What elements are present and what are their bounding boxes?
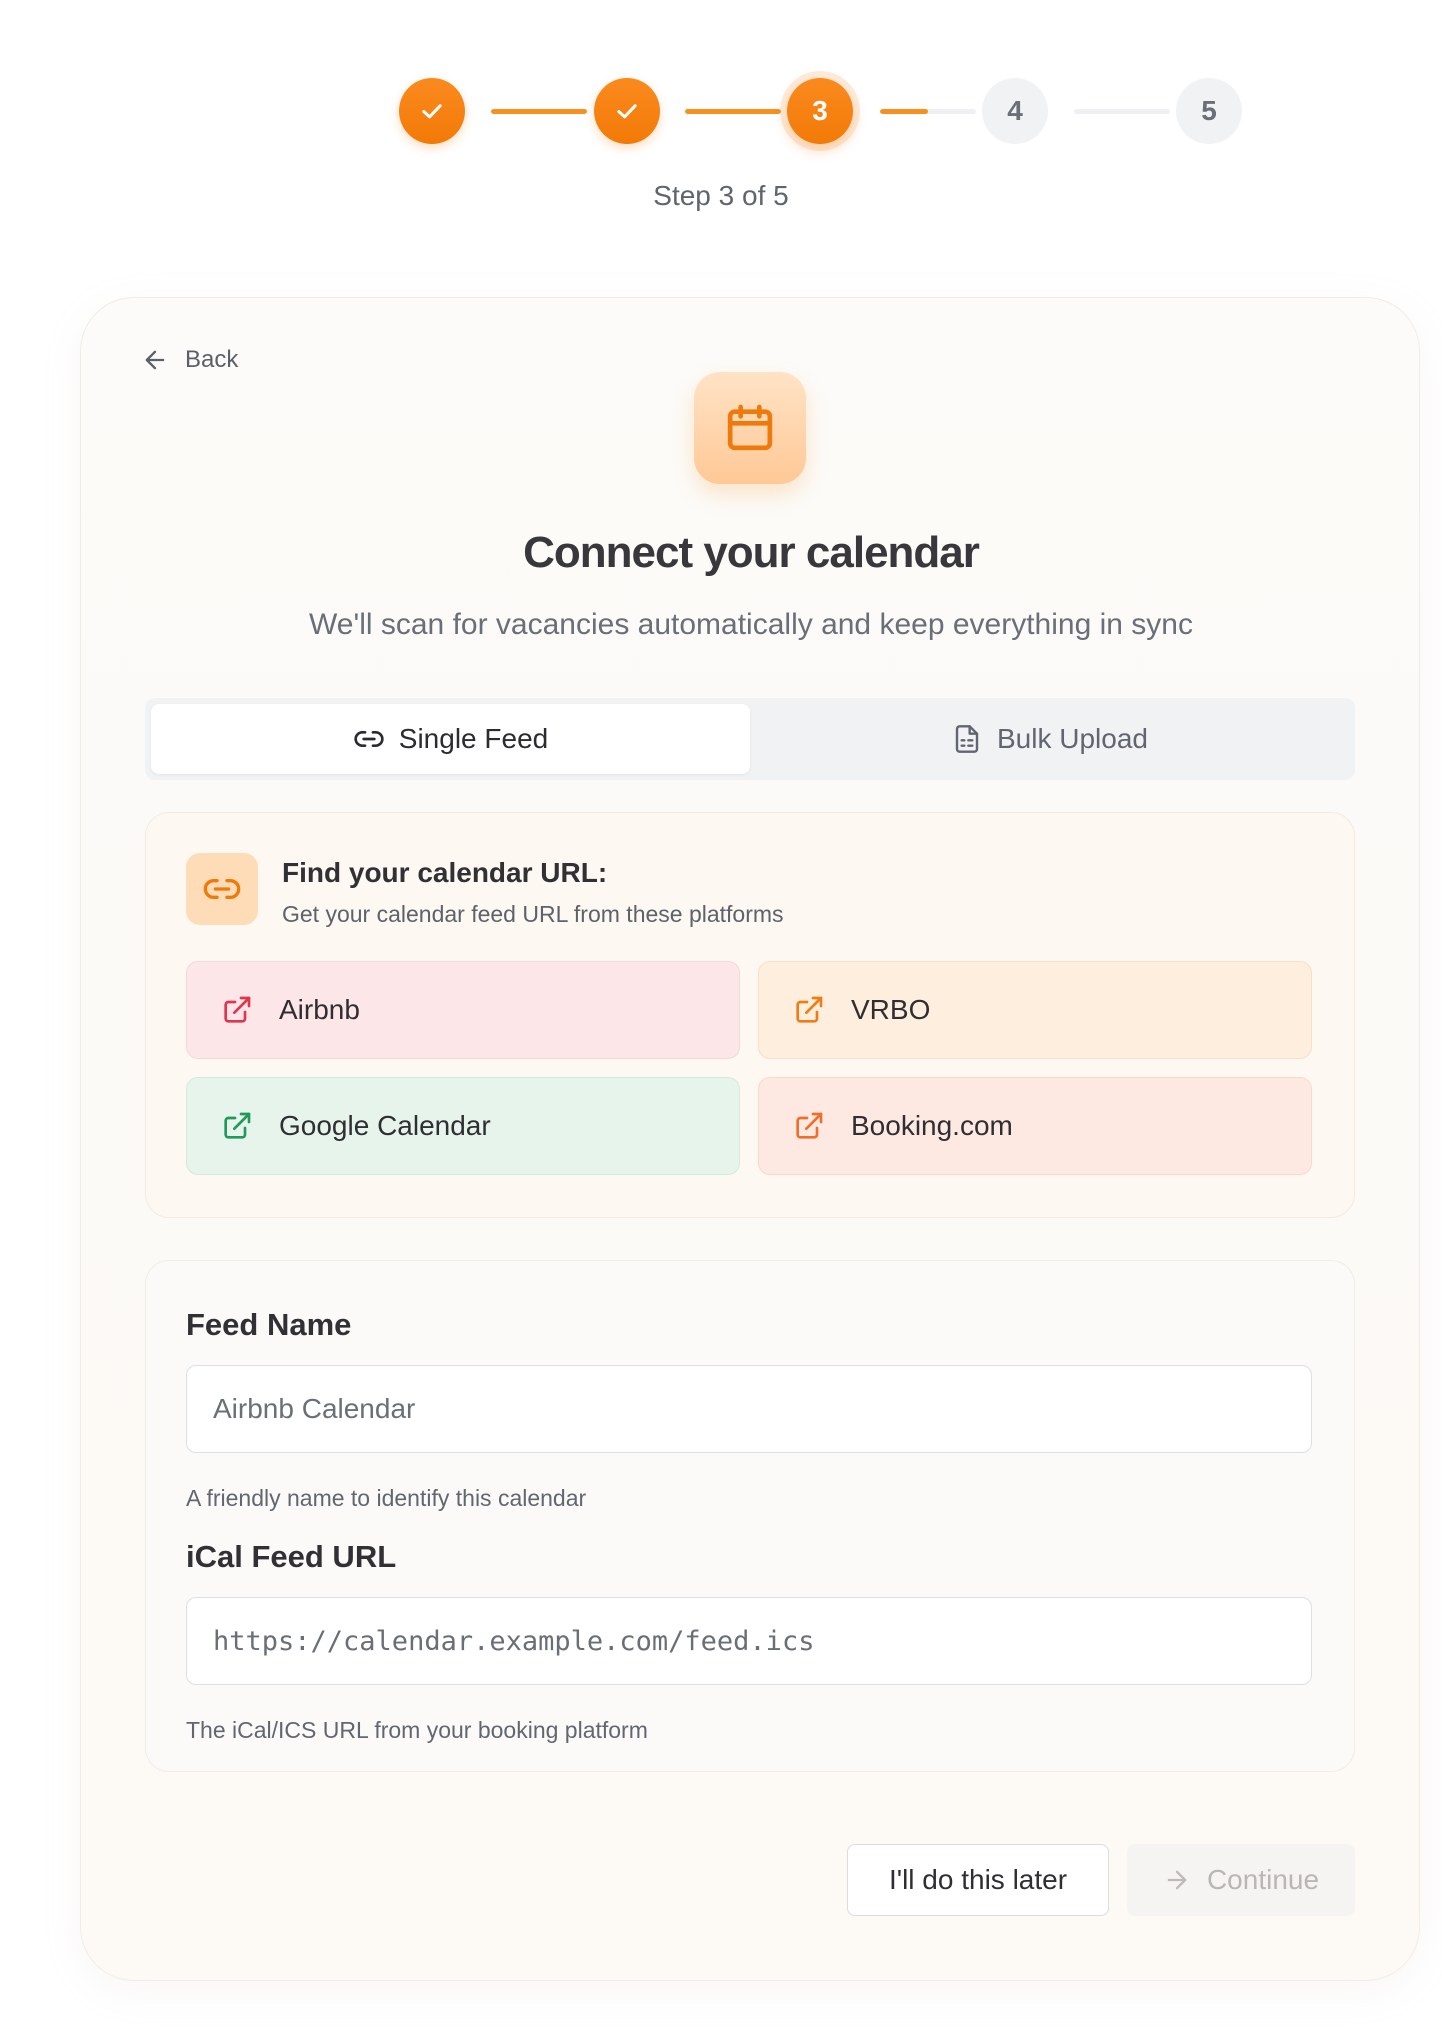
- do-later-label: I'll do this later: [888, 1864, 1068, 1895]
- calendar-icon: [727, 404, 773, 451]
- back-button[interactable]: Back: [141, 346, 238, 374]
- step-4-upcoming: 4: [982, 78, 1048, 144]
- step-connector-3: [880, 109, 976, 114]
- external-link-icon: [796, 996, 823, 1023]
- find-calendar-url-panel: Find your calendar URL: Get your calenda…: [145, 812, 1355, 1218]
- calendar-badge: [694, 372, 806, 484]
- step-2-completed: [594, 78, 660, 144]
- step-connector-1: [491, 109, 587, 114]
- find-url-title: Find your calendar URL:: [282, 857, 608, 888]
- step-3-active: 3: [787, 78, 853, 144]
- step-number: 3: [812, 95, 828, 126]
- tab-label: Single Feed: [398, 723, 549, 754]
- step-connector-2: [685, 109, 781, 114]
- step-number: 4: [1007, 95, 1023, 126]
- platform-label: Booking.com: [851, 1110, 1013, 1141]
- page-title: Connect your calendar: [523, 528, 980, 577]
- onboarding-card: Back Connect your calendar We'll scan fo…: [80, 297, 1420, 1981]
- feed-form: Feed Name Airbnb Calendar A friendly nam…: [145, 1260, 1355, 1772]
- page-subtitle: We'll scan for vacancies automatically a…: [309, 608, 1193, 641]
- back-label: Back: [185, 346, 239, 373]
- external-link-icon: [224, 996, 251, 1023]
- check-icon: [422, 104, 442, 119]
- link-icon: [354, 731, 384, 747]
- feed-name-label: Feed Name: [186, 1307, 352, 1342]
- do-later-button[interactable]: I'll do this later: [847, 1844, 1109, 1916]
- ical-url-label: iCal Feed URL: [186, 1539, 397, 1574]
- arrow-right-icon: [1167, 1870, 1187, 1890]
- progress-stepper: 3 4 5: [0, 78, 1442, 148]
- external-link-icon: [796, 1112, 823, 1139]
- continue-button[interactable]: Continue: [1127, 1844, 1355, 1916]
- platform-link-airbnb[interactable]: Airbnb: [186, 961, 740, 1059]
- feed-mode-tabs: Single Feed Bulk Upload: [145, 698, 1355, 780]
- link-icon: [203, 879, 241, 899]
- feed-name-input[interactable]: Airbnb Calendar: [186, 1365, 1312, 1453]
- link-badge: [186, 853, 258, 925]
- platform-label: Airbnb: [279, 994, 360, 1025]
- step-1-completed: [399, 78, 465, 144]
- step-caption: Step 3 of 5: [653, 180, 789, 211]
- step-connector-4: [1074, 109, 1170, 114]
- external-link-icon: [224, 1112, 251, 1139]
- ical-url-input[interactable]: https://calendar.example.com/feed.ics: [186, 1597, 1312, 1685]
- arrow-left-icon: [145, 350, 165, 370]
- check-icon: [617, 104, 637, 119]
- ical-url-help: The iCal/ICS URL from your booking platf…: [186, 1717, 648, 1743]
- tab-single-feed[interactable]: Single Feed: [151, 704, 750, 774]
- file-spreadsheet-icon: [955, 725, 979, 753]
- platform-link-google-calendar[interactable]: Google Calendar: [186, 1077, 740, 1175]
- tab-label: Bulk Upload: [997, 723, 1148, 754]
- tab-bulk-upload[interactable]: Bulk Upload: [750, 704, 1349, 774]
- continue-label: Continue: [1206, 1864, 1320, 1895]
- platform-label: Google Calendar: [279, 1110, 491, 1141]
- platform-link-booking[interactable]: Booking.com: [758, 1077, 1312, 1175]
- step-number: 5: [1201, 95, 1217, 126]
- platform-label: VRBO: [851, 994, 931, 1025]
- find-url-subtitle: Get your calendar feed URL from these pl…: [282, 901, 784, 927]
- feed-name-help: A friendly name to identify this calenda…: [186, 1485, 587, 1511]
- step-5-upcoming: 5: [1176, 78, 1242, 144]
- platform-link-vrbo[interactable]: VRBO: [758, 961, 1312, 1059]
